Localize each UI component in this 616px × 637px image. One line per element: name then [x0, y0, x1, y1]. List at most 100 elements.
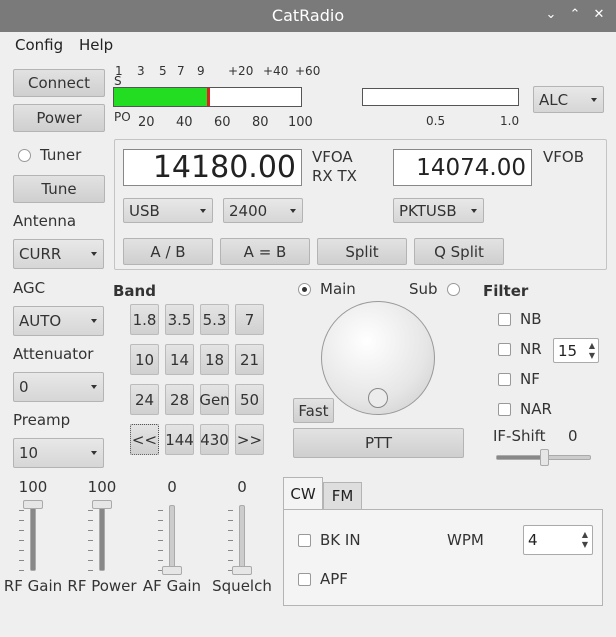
slider-tick: [19, 540, 24, 541]
band-title: Band: [113, 282, 156, 300]
menu-help[interactable]: Help: [79, 36, 113, 54]
slider-tick: [88, 540, 93, 541]
mode-b-select[interactable]: PKTUSB: [393, 198, 484, 223]
antenna-select[interactable]: CURR: [13, 239, 104, 269]
tab-cw[interactable]: CW: [283, 477, 323, 510]
slider-value: 100: [18, 478, 48, 496]
band-button[interactable]: 18: [200, 344, 229, 375]
wpm-value: 4: [528, 531, 538, 549]
vfob-label: VFOB: [543, 148, 584, 166]
s-meter-top-tick: 3: [137, 64, 145, 78]
band-button[interactable]: 430: [200, 424, 229, 455]
tuning-dial[interactable]: [321, 301, 435, 415]
dial-knob[interactable]: [368, 388, 388, 408]
mode-a-value: USB: [129, 201, 160, 220]
bandwidth-value: 2400: [229, 201, 268, 220]
nf-checkbox[interactable]: [498, 373, 511, 386]
chevron-down-icon: [290, 208, 296, 213]
spin-arrows-icon[interactable]: ▲ ▼: [582, 530, 588, 550]
title-bar: CatRadio ⌄ ⌃ ✕: [0, 0, 616, 32]
band-button[interactable]: 144: [165, 424, 194, 455]
band-button[interactable]: 10: [130, 344, 159, 375]
sub-meter: 0.5 1.0: [362, 86, 522, 130]
slider-tick: [228, 550, 233, 551]
band-button[interactable]: Gen: [199, 384, 230, 415]
split-button[interactable]: Split: [317, 238, 407, 265]
agc-select[interactable]: AUTO: [13, 306, 104, 336]
mode-a-select[interactable]: USB: [123, 198, 213, 223]
band-button[interactable]: 7: [235, 304, 264, 335]
s-meter-bottom-tick: 20: [138, 115, 155, 130]
s-meter-top-scale: 1 3 5 7 9 +20 +40 +60: [112, 64, 320, 78]
rxtx-label: RX TX: [312, 167, 357, 185]
menu-config[interactable]: Config: [15, 36, 63, 54]
vertical-slider[interactable]: [239, 505, 245, 571]
wpm-label: WPM: [447, 531, 484, 549]
nar-checkbox[interactable]: [498, 403, 511, 416]
band-button[interactable]: <<: [130, 424, 159, 455]
nb-checkbox[interactable]: [498, 313, 511, 326]
chevron-down-icon: [91, 252, 97, 256]
maximize-icon[interactable]: ⌃: [566, 6, 584, 24]
bandwidth-select[interactable]: 2400: [223, 198, 303, 223]
a-swap-b-button[interactable]: A / B: [123, 238, 213, 265]
band-button[interactable]: 24: [130, 384, 159, 415]
band-button[interactable]: 3.5: [165, 304, 194, 335]
s-meter-top-tick: +40: [263, 64, 289, 78]
minimize-icon[interactable]: ⌄: [542, 6, 560, 24]
connect-button[interactable]: Connect: [13, 69, 105, 97]
chevron-down-icon: [91, 319, 97, 323]
slider-handle[interactable]: [92, 500, 112, 509]
apf-checkbox[interactable]: [298, 573, 311, 586]
a-equals-b-button[interactable]: A = B: [220, 238, 310, 265]
band-button[interactable]: 28: [165, 384, 194, 415]
spin-arrows-icon[interactable]: ▲ ▼: [589, 341, 595, 361]
slider-handle[interactable]: [232, 566, 252, 575]
attenuator-select[interactable]: 0: [13, 372, 104, 402]
band-button[interactable]: 14: [165, 344, 194, 375]
bk-in-checkbox[interactable]: [298, 534, 311, 547]
close-icon[interactable]: ✕: [590, 6, 608, 24]
fast-button[interactable]: Fast: [293, 398, 334, 423]
band-button[interactable]: 1.8: [130, 304, 159, 335]
slider-handle[interactable]: [23, 500, 43, 509]
power-button[interactable]: Power: [13, 104, 105, 132]
q-split-button[interactable]: Q Split: [414, 238, 504, 265]
vfoa-display[interactable]: 14180.00: [123, 149, 302, 186]
band-button[interactable]: 21: [235, 344, 264, 375]
band-button[interactable]: 5.3: [200, 304, 229, 335]
vertical-slider[interactable]: [99, 505, 105, 571]
ptt-button[interactable]: PTT: [293, 428, 464, 458]
s-meter-bottom-tick: 80: [252, 115, 269, 130]
if-shift-fill: [497, 456, 544, 459]
tune-button[interactable]: Tune: [13, 175, 105, 203]
nr-level-spinbox[interactable]: 15 ▲ ▼: [553, 338, 599, 363]
slider-handle[interactable]: [162, 566, 182, 575]
vertical-slider[interactable]: [30, 505, 36, 571]
sub-radio[interactable]: [447, 283, 460, 296]
chevron-down-icon: [200, 208, 206, 213]
vfob-display[interactable]: 14074.00: [393, 149, 532, 186]
nr-checkbox[interactable]: [498, 343, 511, 356]
s-meter-bottom-scale: 20 40 60 80 100: [112, 115, 313, 131]
preamp-value: 10: [19, 444, 39, 462]
slider-tick: [19, 560, 24, 561]
nr-level-value: 15: [558, 341, 578, 360]
band-button[interactable]: >>: [235, 424, 264, 455]
slider-value: 100: [87, 478, 117, 496]
main-radio[interactable]: [298, 283, 311, 296]
if-shift-slider[interactable]: [496, 449, 591, 466]
if-shift-handle[interactable]: [539, 449, 549, 466]
band-button[interactable]: 50: [235, 384, 264, 415]
tuner-radio[interactable]: [18, 149, 31, 162]
slider-tick: [228, 540, 233, 541]
slider-tick: [88, 560, 93, 561]
meter-select[interactable]: ALC: [533, 86, 604, 113]
tab-fm[interactable]: FM: [323, 482, 362, 510]
s-meter-bottom-tick: 60: [214, 115, 231, 130]
preamp-select[interactable]: 10: [13, 438, 104, 468]
antenna-value: CURR: [19, 245, 62, 263]
vertical-slider[interactable]: [169, 505, 175, 571]
wpm-spinbox[interactable]: 4 ▲ ▼: [523, 525, 593, 555]
slider-tick: [88, 520, 93, 521]
